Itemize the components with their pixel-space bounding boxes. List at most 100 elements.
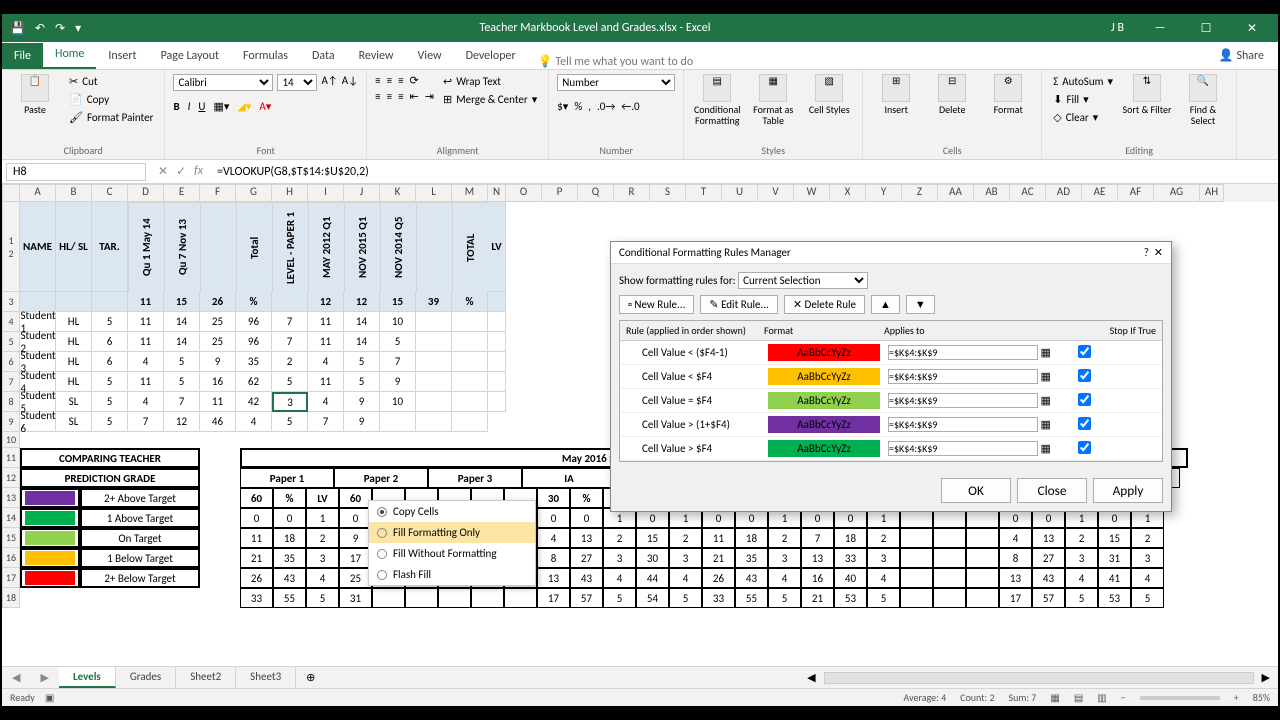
cell[interactable]: SL — [56, 392, 92, 412]
cell[interactable]: 9 — [380, 372, 416, 392]
cell[interactable]: 5 — [1131, 588, 1164, 608]
cell[interactable]: 5 — [92, 372, 128, 392]
font-color-button[interactable]: A▾ — [259, 100, 271, 113]
cell[interactable]: SL — [56, 412, 92, 432]
col-header[interactable]: AC — [1010, 184, 1046, 202]
decrease-font-icon[interactable]: A↓ — [342, 74, 358, 91]
col-header[interactable]: Q — [578, 184, 614, 202]
cell[interactable]: 7 — [380, 352, 416, 372]
merge-center-button[interactable]: ⊞ Merge & Center ▾ — [440, 92, 540, 107]
cell[interactable]: 5 — [164, 352, 200, 372]
range-picker-icon[interactable]: ▦ — [1041, 394, 1051, 407]
cell[interactable]: 0 — [570, 508, 603, 528]
col-header[interactable]: AA — [938, 184, 974, 202]
cell[interactable] — [452, 412, 488, 432]
header-cell[interactable]: TOTAL — [452, 202, 488, 292]
cell[interactable]: 16 — [200, 372, 236, 392]
dialog-close-icon[interactable]: ✕ — [1154, 246, 1163, 259]
cell[interactable] — [272, 292, 308, 312]
col-header[interactable]: S — [650, 184, 686, 202]
col-header[interactable]: R — [614, 184, 650, 202]
cell[interactable] — [416, 392, 452, 412]
header-cell[interactable]: LV — [306, 488, 339, 508]
cell[interactable]: 5 — [1065, 588, 1098, 608]
cell[interactable]: 5 — [164, 372, 200, 392]
cell[interactable] — [933, 548, 966, 568]
formula-input[interactable]: =VLOOKUP(G8,$T$14:$U$20,2) — [211, 164, 1278, 180]
header-cell[interactable]: Total — [236, 202, 272, 292]
number-format-select[interactable]: Number — [557, 74, 675, 91]
cell[interactable]: 55 — [273, 588, 306, 608]
wrap-text-button[interactable]: ↩ Wrap Text — [440, 74, 540, 89]
cell[interactable] — [966, 528, 999, 548]
delete-cells-button[interactable]: ⊟Delete — [927, 74, 977, 115]
cell[interactable]: 10 — [380, 312, 416, 332]
cf-rule-row[interactable]: Cell Value > (1+$F4)AaBbCcYyZz ▦ — [620, 413, 1162, 437]
cell[interactable]: 31 — [339, 588, 372, 608]
zoom-level[interactable]: 85% — [1253, 691, 1270, 704]
conditional-formatting-button[interactable]: ▤Conditional Formatting — [692, 74, 742, 126]
cell[interactable]: 33 — [834, 548, 867, 568]
applies-to-input[interactable] — [888, 393, 1038, 408]
cell[interactable]: 62 — [236, 372, 272, 392]
apply-button[interactable]: Apply — [1093, 478, 1163, 503]
cell[interactable]: 3 — [306, 548, 339, 568]
cell[interactable]: 96 — [236, 332, 272, 352]
cell[interactable] — [488, 352, 506, 372]
tab-data[interactable]: Data — [300, 43, 347, 69]
col-header[interactable]: K — [380, 184, 416, 202]
zoom-in-icon[interactable]: + — [1234, 691, 1239, 704]
cell[interactable]: 5 — [768, 588, 801, 608]
header-cell[interactable]: TAR. — [92, 202, 128, 292]
cell[interactable] — [488, 312, 506, 332]
cell[interactable]: 15 — [164, 292, 200, 312]
cell[interactable]: 43 — [735, 568, 768, 588]
cell[interactable]: 41 — [1098, 568, 1131, 588]
cell[interactable]: 26 — [200, 292, 236, 312]
cell[interactable]: 14 — [164, 332, 200, 352]
save-icon[interactable]: 💾 — [10, 21, 25, 36]
cf-rule-row[interactable]: Cell Value < ($F4-1)AaBbCcYyZz ▦ — [620, 341, 1162, 365]
cell[interactable]: 12 — [344, 292, 380, 312]
header-cell[interactable]: NOV 2015 Q1 — [344, 202, 380, 292]
cell[interactable]: 4 — [603, 568, 636, 588]
hscroll-bar[interactable] — [824, 672, 1254, 684]
cell[interactable]: 96 — [236, 312, 272, 332]
cell[interactable]: 2 — [669, 528, 702, 548]
cell[interactable]: 5 — [92, 312, 128, 332]
sheet-tab[interactable]: Sheet3 — [236, 667, 296, 688]
align-left-icon[interactable]: ≡ — [375, 90, 380, 103]
col-header[interactable]: AG — [1154, 184, 1200, 202]
cell[interactable] — [405, 588, 438, 608]
cell[interactable] — [56, 292, 92, 312]
user-badge[interactable]: J B — [1101, 21, 1134, 35]
header-cell[interactable]: HL/ SL — [56, 202, 92, 292]
cell[interactable]: 9 — [344, 392, 380, 412]
stop-if-true-checkbox[interactable] — [1078, 393, 1091, 406]
cell[interactable] — [92, 292, 128, 312]
cell[interactable]: 5 — [867, 588, 900, 608]
cell[interactable]: 5 — [272, 412, 308, 432]
hscroll-right-icon[interactable]: ▶ — [1254, 671, 1278, 684]
cell[interactable]: 35 — [236, 352, 272, 372]
cell[interactable]: 13 — [801, 548, 834, 568]
col-header[interactable]: Y — [866, 184, 902, 202]
cell[interactable]: HL — [56, 352, 92, 372]
cell[interactable]: 0 — [273, 508, 306, 528]
cell[interactable]: 13 — [570, 528, 603, 548]
cell[interactable]: 4 — [236, 412, 272, 432]
cell[interactable]: 27 — [1032, 548, 1065, 568]
col-header[interactable]: G — [236, 184, 272, 202]
tab-view[interactable]: View — [406, 43, 454, 69]
cell[interactable] — [504, 588, 537, 608]
cell[interactable]: 18 — [273, 528, 306, 548]
bold-button[interactable]: B — [173, 100, 179, 113]
cell[interactable]: HL — [56, 372, 92, 392]
cell[interactable]: 11 — [128, 332, 164, 352]
range-picker-icon[interactable]: ▦ — [1041, 370, 1051, 383]
cell[interactable] — [933, 568, 966, 588]
cell[interactable]: 26 — [240, 568, 273, 588]
col-header[interactable]: V — [758, 184, 794, 202]
cell[interactable]: 2 — [1131, 528, 1164, 548]
cell[interactable]: 40 — [834, 568, 867, 588]
